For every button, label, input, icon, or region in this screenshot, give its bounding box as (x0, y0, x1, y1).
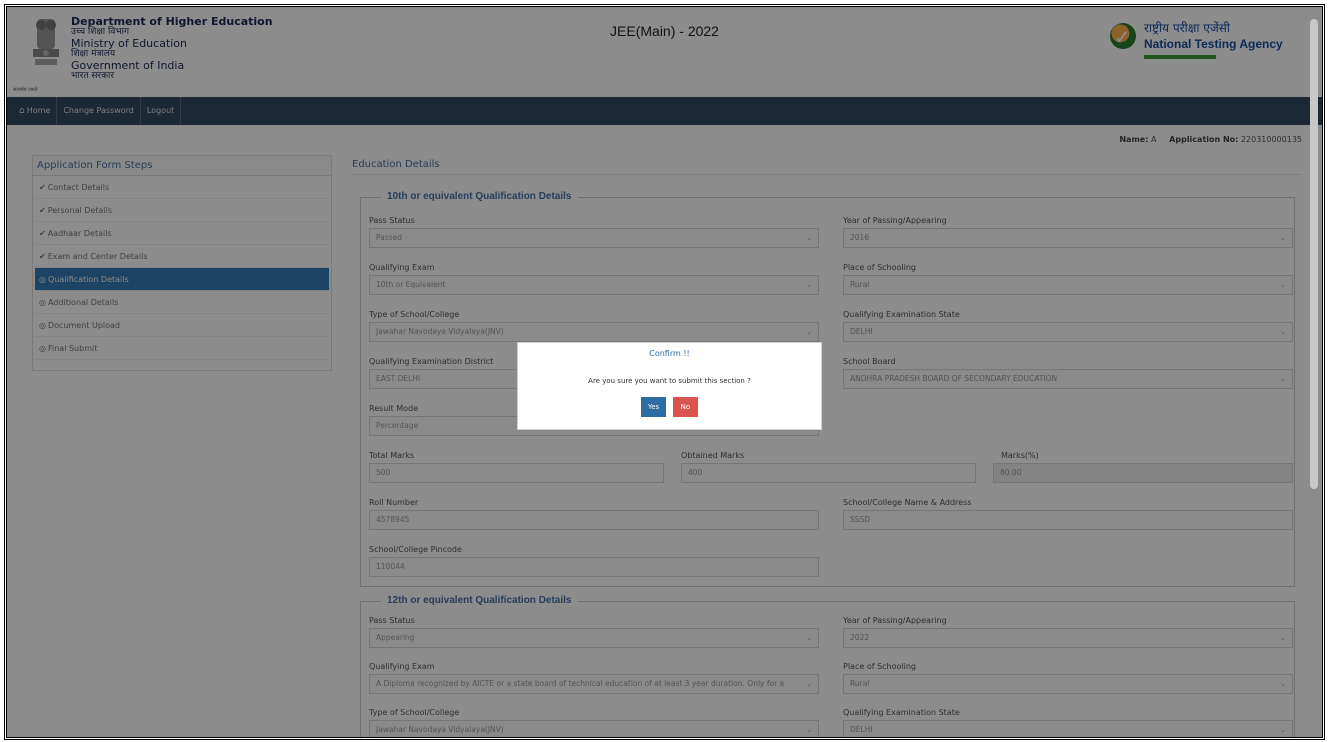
no-button[interactable]: No (672, 397, 698, 417)
confirm-dialog: Confirm !! Are you sure you want to subm… (517, 342, 822, 430)
dialog-buttons: Yes No (518, 397, 821, 417)
yes-button[interactable]: Yes (641, 397, 667, 417)
page-scrollbar[interactable] (1310, 19, 1318, 489)
dialog-title: Confirm !! (649, 349, 690, 358)
dialog-message: Are you sure you want to submit this sec… (588, 377, 751, 385)
page-frame: सत्यमेव जयते Department of Higher Educat… (4, 4, 1325, 740)
